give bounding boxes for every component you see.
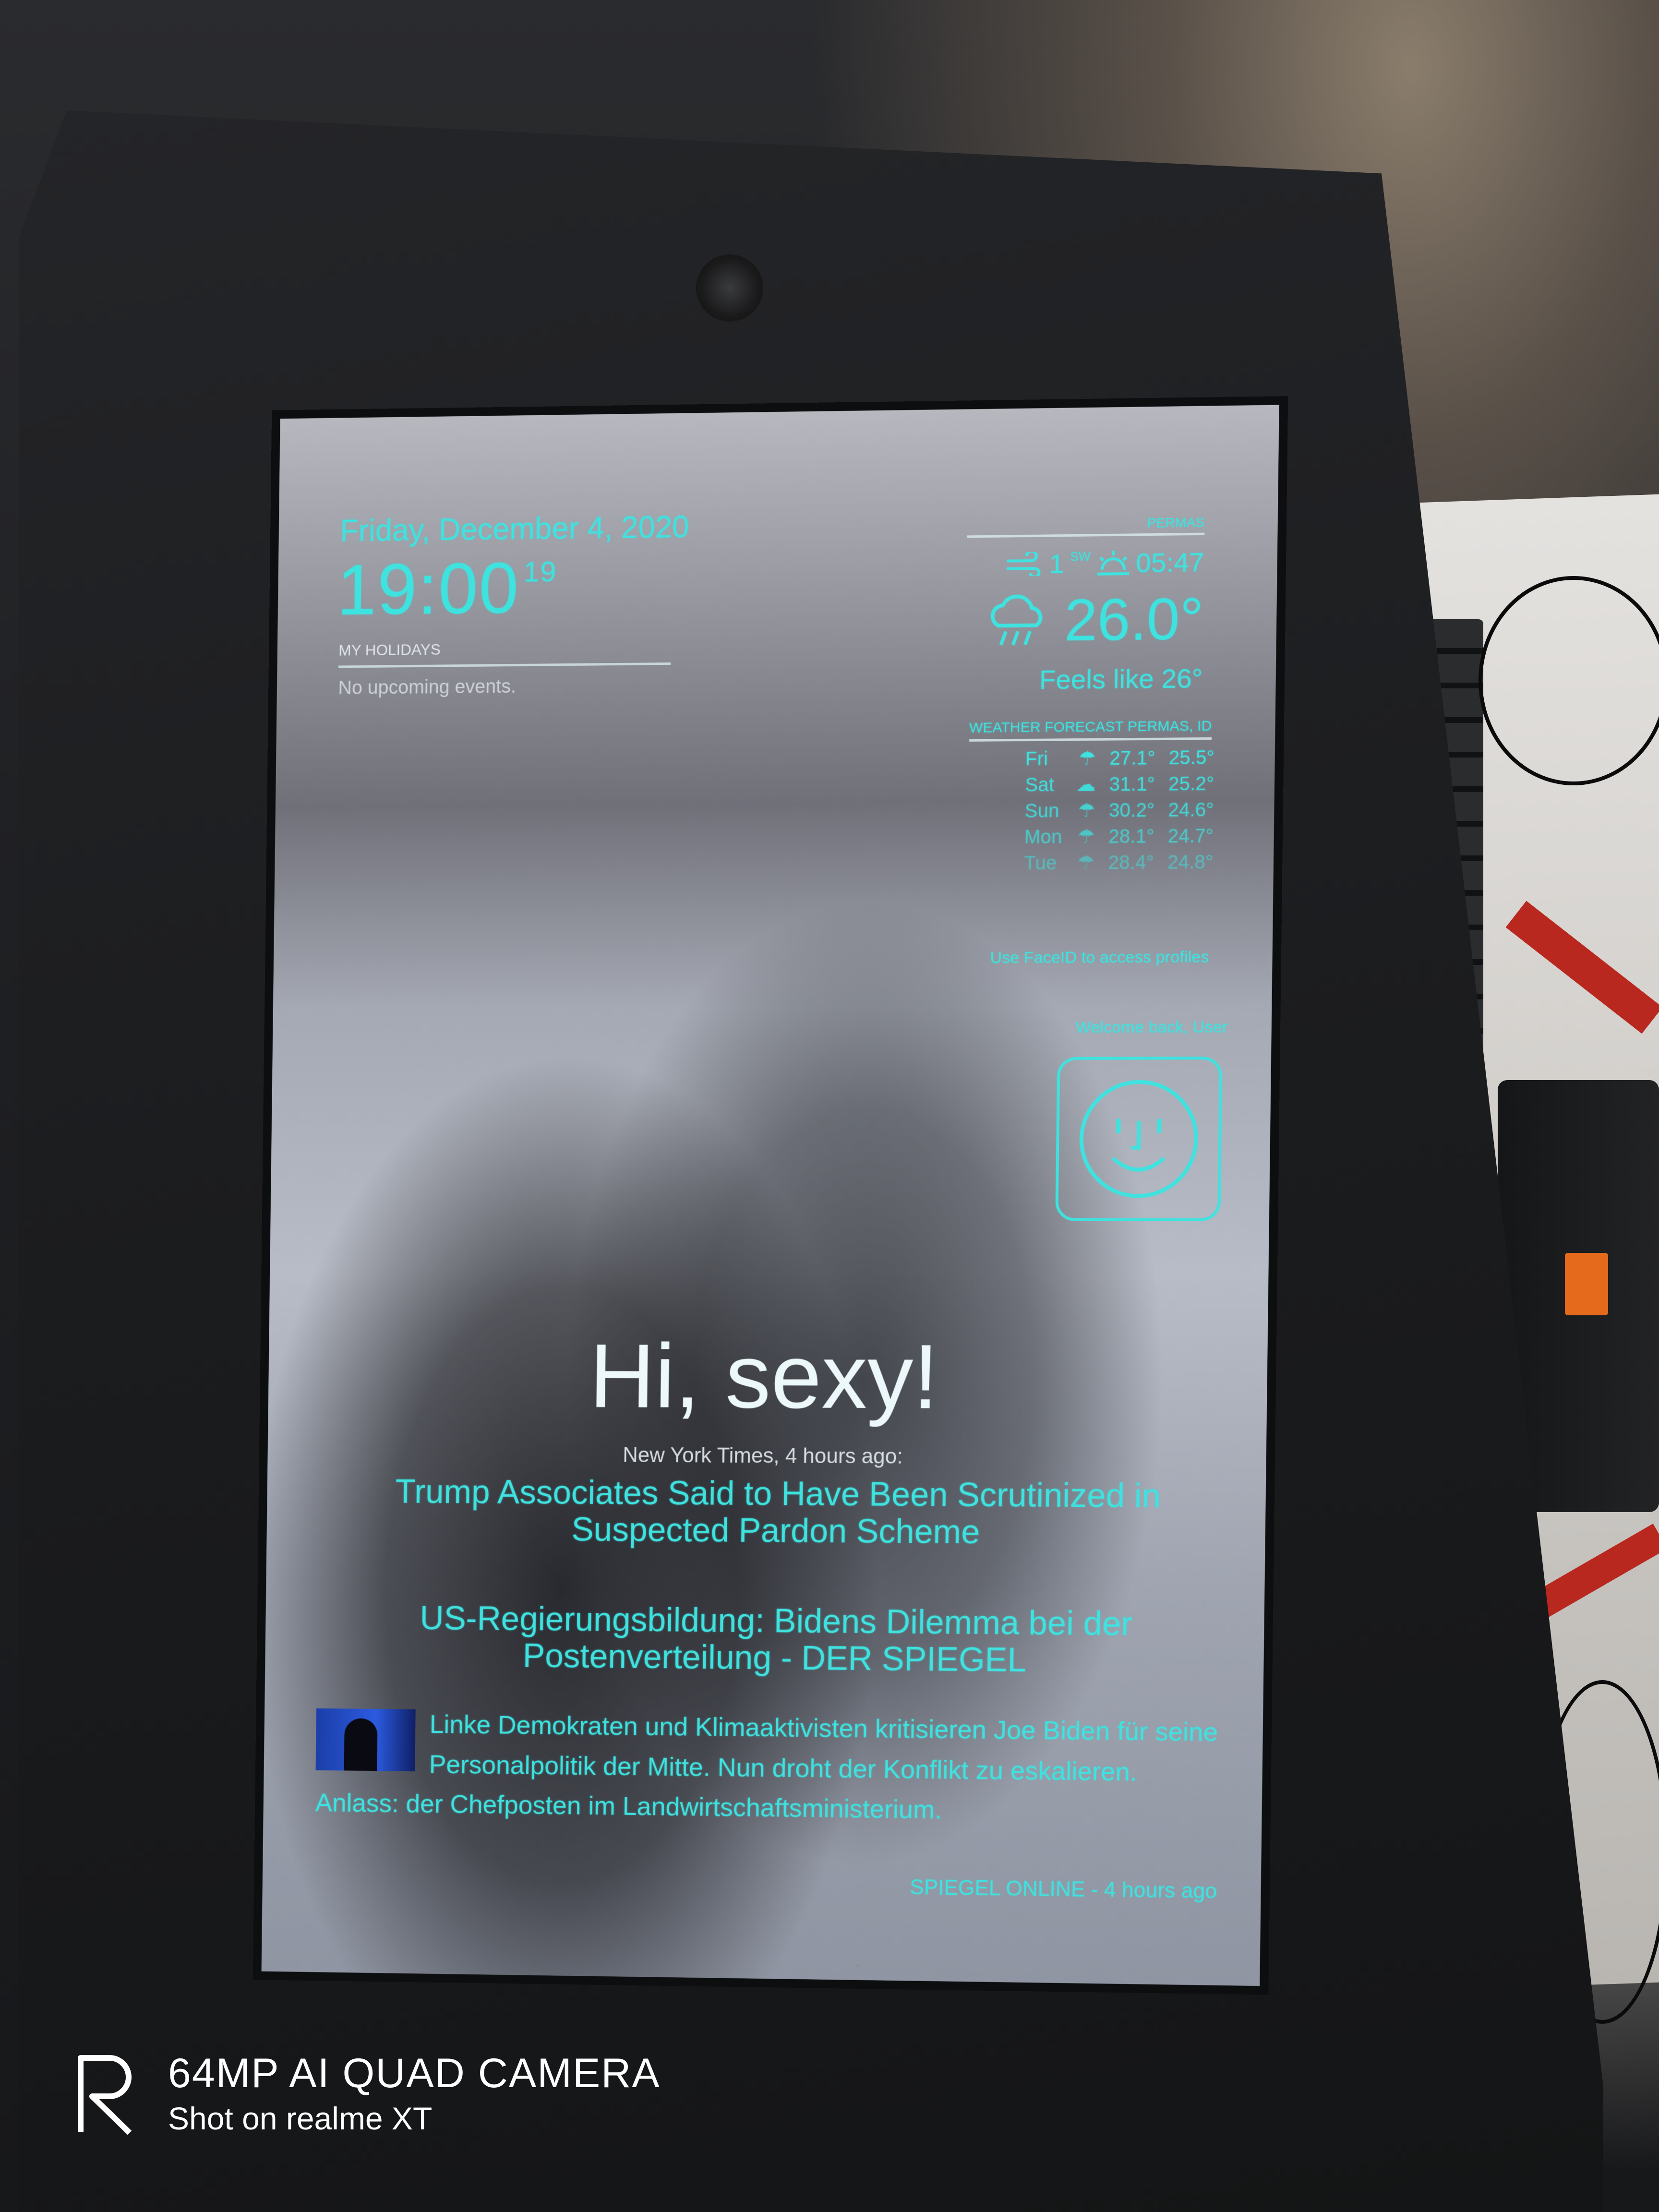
compliment-text: Hi, sexy! bbox=[589, 1325, 939, 1428]
current-temp-row: 26.0° bbox=[984, 585, 1204, 655]
wind-sunrise-row: 1 SW 05:47 bbox=[1005, 546, 1204, 580]
faceid-prompt: Use FaceID to access profiles bbox=[990, 948, 1209, 967]
forecast-row: Fri ☂ 27.1° 25.5° bbox=[1019, 745, 1222, 772]
news-headline: Trump Associates Said to Have Been Scrut… bbox=[395, 1472, 1161, 1551]
forecast-row: Sun ☂ 30.2° 24.6° bbox=[1018, 797, 1221, 824]
forecast-row: Sat ☁ 31.1° 25.2° bbox=[1018, 770, 1221, 798]
forecast-header: WEATHER FORECAST PERMAS, ID bbox=[969, 718, 1212, 736]
forecast-low: 24.7° bbox=[1167, 825, 1214, 847]
camera-hole bbox=[696, 254, 763, 322]
realme-logo bbox=[78, 2055, 132, 2135]
spiegel-meta: SPIEGEL ONLINE - 4 hours ago bbox=[910, 1875, 1217, 1903]
faceid-button[interactable] bbox=[1055, 1057, 1223, 1221]
rain-icon: ☂ bbox=[1078, 747, 1096, 769]
wind-speed: 1 bbox=[1049, 548, 1065, 579]
forecast-day: Fri bbox=[1025, 748, 1048, 769]
weather-divider bbox=[967, 532, 1205, 538]
forecast-low: 24.6° bbox=[1168, 799, 1214, 821]
weather-location: PERMAS bbox=[1147, 515, 1205, 531]
forecast-row: Tue ☂ 28.4° 24.8° bbox=[1017, 849, 1220, 877]
calendar-header: MY HOLIDAYS bbox=[338, 640, 441, 659]
spiegel-body-text: Linke Demokraten und Klimaaktivisten kri… bbox=[315, 1710, 1218, 1825]
forecast-high: 31.1° bbox=[1109, 773, 1155, 795]
news-source: New York Times, 4 hours ago: bbox=[622, 1443, 903, 1468]
rain-icon: ☂ bbox=[1077, 826, 1095, 848]
watermark-line2: Shot on realme XT bbox=[168, 2101, 433, 2136]
rain-icon: ☂ bbox=[1078, 800, 1096, 822]
forecast-low: 24.8° bbox=[1167, 851, 1214, 873]
spiegel-title: US-Regierungsbildung: Bidens Dilemma bei… bbox=[420, 1599, 1133, 1679]
spiegel-article: Linke Demokraten und Klimaaktivisten kri… bbox=[315, 1704, 1227, 1834]
forecast-table: Fri ☂ 27.1° 25.5° Sat ☁ 31.1° 25.2° Sun … bbox=[1017, 745, 1221, 876]
forecast-low: 25.5° bbox=[1168, 746, 1215, 769]
forecast-day: Sat bbox=[1025, 774, 1055, 796]
rain-icon: ☂ bbox=[1077, 852, 1095, 874]
forecast-row: Mon ☂ 28.1° 24.7° bbox=[1018, 823, 1221, 850]
forecast-high: 28.4° bbox=[1108, 852, 1154, 873]
forecast-high: 27.1° bbox=[1109, 747, 1155, 769]
rain-cloud-icon bbox=[984, 591, 1052, 650]
camera-watermark: 64MP AI QUAD CAMERA Shot on realme XT bbox=[72, 2050, 661, 2137]
calendar-empty-message: No upcoming events. bbox=[338, 675, 517, 698]
forecast-high: 30.2° bbox=[1108, 799, 1155, 821]
current-temperature: 26.0° bbox=[1064, 586, 1204, 653]
sunrise-time: 05:47 bbox=[1136, 546, 1204, 578]
smart-mirror-screen: Friday, December 4, 2020 19:00 19 MY HOLI… bbox=[252, 396, 1288, 1995]
clock-hours-minutes: 19:00 bbox=[337, 548, 520, 630]
photo-scene: Friday, December 4, 2020 19:00 19 MY HOLI… bbox=[0, 0, 1659, 2212]
forecast-divider bbox=[969, 737, 1212, 742]
sunrise-icon bbox=[1096, 548, 1130, 577]
forecast-day: Tue bbox=[1024, 852, 1057, 874]
article-thumbnail bbox=[315, 1708, 416, 1772]
forecast-day: Sun bbox=[1024, 800, 1059, 822]
clock-time: 19:00 19 bbox=[337, 546, 557, 631]
forecast-high: 28.1° bbox=[1108, 825, 1154, 847]
forecast-day: Mon bbox=[1024, 826, 1062, 848]
calendar-divider bbox=[338, 662, 671, 668]
clock-date: Friday, December 4, 2020 bbox=[340, 509, 690, 548]
cable bbox=[1479, 576, 1659, 785]
face-id-icon bbox=[1075, 1076, 1202, 1202]
feels-like: Feels like 26° bbox=[1039, 662, 1203, 695]
wind-direction: SW bbox=[1070, 549, 1091, 564]
welcome-message: Welcome back, User bbox=[1075, 1018, 1228, 1037]
cloud-icon: ☁ bbox=[1076, 774, 1096, 795]
watermark-line1: 64MP AI QUAD CAMERA bbox=[168, 2050, 661, 2096]
clock-seconds: 19 bbox=[523, 555, 557, 588]
wind-icon bbox=[1005, 552, 1044, 576]
forecast-low: 25.2° bbox=[1168, 772, 1214, 795]
orange-label bbox=[1565, 1253, 1608, 1315]
